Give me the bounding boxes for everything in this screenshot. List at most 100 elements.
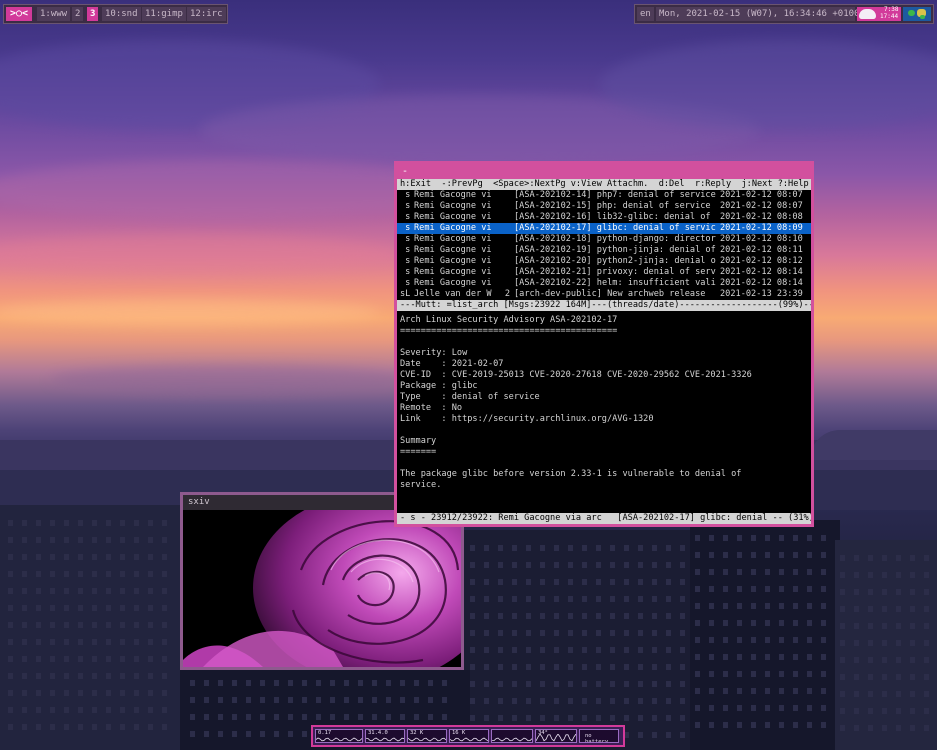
building-window bbox=[910, 657, 915, 663]
building-window bbox=[330, 714, 335, 720]
building-window bbox=[596, 545, 601, 551]
battery-widget[interactable]: no battery bbox=[579, 729, 619, 743]
message-body-line: service. bbox=[400, 480, 442, 490]
building-window bbox=[78, 537, 83, 543]
building-window bbox=[148, 554, 153, 560]
message-row[interactable]: s Remi Gacogne vi [ASA-202102-18] python-d… bbox=[397, 234, 811, 245]
building-window bbox=[498, 698, 503, 704]
message-row[interactable]: s Remi Gacogne vi [ASA-202102-14] php7: de… bbox=[397, 190, 811, 201]
building-window bbox=[854, 555, 859, 561]
world-map-icon[interactable] bbox=[903, 7, 931, 21]
message-thread-count: 2 bbox=[504, 289, 510, 299]
building-window bbox=[854, 623, 859, 629]
message-row[interactable]: s Remi Gacogne vi [ASA-202102-16] lib32-gl… bbox=[397, 212, 811, 223]
memory-widget[interactable]: 31.4.0 bbox=[365, 729, 405, 743]
building-window bbox=[896, 572, 901, 578]
building-window bbox=[400, 680, 405, 686]
building-window bbox=[807, 603, 812, 609]
building-window bbox=[540, 545, 545, 551]
building-window bbox=[120, 520, 125, 526]
building-window bbox=[652, 715, 657, 721]
disk-widget[interactable] bbox=[491, 729, 533, 743]
building-window bbox=[50, 639, 55, 645]
building-window bbox=[120, 588, 125, 594]
building-window bbox=[737, 569, 742, 575]
building-window bbox=[666, 579, 671, 585]
building-window bbox=[695, 722, 700, 728]
building-window bbox=[924, 623, 929, 629]
building-window bbox=[737, 637, 742, 643]
message-body-line: Severity: Low bbox=[400, 348, 468, 358]
keyboard-layout[interactable]: en bbox=[637, 7, 654, 21]
building-window bbox=[554, 545, 559, 551]
building-window bbox=[596, 579, 601, 585]
net-up-widget[interactable]: 16 K bbox=[449, 729, 489, 743]
building-window bbox=[666, 647, 671, 653]
message-row[interactable]: sL Jelle van der W 2 [arch-dev-public] New … bbox=[397, 289, 811, 300]
message-row[interactable]: s Remi Gacogne vi [ASA-202102-20] python2-… bbox=[397, 256, 811, 267]
message-row[interactable]: s Remi Gacogne vi [ASA-202102-15] php: den… bbox=[397, 201, 811, 212]
building-window bbox=[793, 722, 798, 728]
building-window bbox=[910, 589, 915, 595]
building-window bbox=[64, 639, 69, 645]
workspace-3[interactable]: 3 bbox=[87, 7, 99, 21]
building-window bbox=[568, 647, 573, 653]
building-window bbox=[78, 673, 83, 679]
message-subject: [ASA-202102-21] privoxy: denial of serv bbox=[514, 267, 716, 277]
building-window bbox=[910, 623, 915, 629]
workspace-10[interactable]: 10:snd bbox=[102, 7, 141, 21]
message-date: 2021-02-12 08:08 bbox=[720, 212, 803, 222]
building-window bbox=[882, 725, 887, 731]
workspace-2[interactable]: 2 bbox=[72, 7, 84, 21]
building-window bbox=[751, 671, 756, 677]
building-window bbox=[854, 589, 859, 595]
mutt-terminal-window[interactable]: - h:Exit -:PrevPg <Space>:NextPg v:View … bbox=[394, 161, 814, 527]
building-window bbox=[512, 613, 517, 619]
message-row[interactable]: s Remi Gacogne vi [ASA-202102-17] glibc: d… bbox=[397, 223, 811, 234]
cloud bbox=[0, 235, 400, 275]
workspace-12[interactable]: 12:irc bbox=[187, 7, 226, 21]
building-window bbox=[204, 731, 209, 737]
building-window bbox=[148, 588, 153, 594]
message-row[interactable]: s Remi Gacogne vi [ASA-202102-19] python-j… bbox=[397, 245, 811, 256]
building-window bbox=[737, 688, 742, 694]
building-window bbox=[709, 603, 714, 609]
message-body-line: Type : denial of service bbox=[400, 392, 540, 402]
message-body-line: Summary bbox=[400, 436, 437, 446]
message-row[interactable]: s Remi Gacogne vi [ASA-202102-21] privoxy:… bbox=[397, 267, 811, 278]
building-window bbox=[218, 680, 223, 686]
building-window bbox=[723, 722, 728, 728]
building-window bbox=[582, 562, 587, 568]
mutt-titlebar[interactable]: - bbox=[397, 164, 811, 179]
building-window bbox=[638, 562, 643, 568]
building-window bbox=[610, 698, 615, 704]
cpu-widget[interactable]: 0.17 bbox=[315, 729, 363, 743]
building-window bbox=[260, 680, 265, 686]
building-window bbox=[793, 671, 798, 677]
building-window bbox=[751, 654, 756, 660]
building-window bbox=[680, 562, 685, 568]
building-window bbox=[134, 554, 139, 560]
building-window bbox=[512, 647, 517, 653]
building-window bbox=[765, 705, 770, 711]
building-window bbox=[442, 680, 447, 686]
building-window bbox=[666, 596, 671, 602]
building-window bbox=[8, 554, 13, 560]
building-window bbox=[526, 613, 531, 619]
message-date: 2021-02-12 08:14 bbox=[720, 267, 803, 277]
building-window bbox=[568, 664, 573, 670]
building-window bbox=[162, 656, 167, 662]
temp-widget[interactable]: 34° bbox=[535, 729, 577, 743]
building-window bbox=[751, 569, 756, 575]
message-row[interactable]: s Remi Gacogne vi [ASA-202102-22] helm: in… bbox=[397, 278, 811, 289]
building-window bbox=[840, 623, 845, 629]
building-window bbox=[120, 605, 125, 611]
building-window bbox=[50, 520, 55, 526]
workspace-1[interactable]: 1:www bbox=[37, 7, 71, 21]
net-down-widget[interactable]: 32 K bbox=[407, 729, 447, 743]
building-window bbox=[779, 603, 784, 609]
workspace-11[interactable]: 11:gimp bbox=[142, 7, 186, 21]
launcher-button[interactable]: >○< bbox=[6, 7, 32, 21]
building-window bbox=[246, 731, 251, 737]
building-window bbox=[540, 562, 545, 568]
